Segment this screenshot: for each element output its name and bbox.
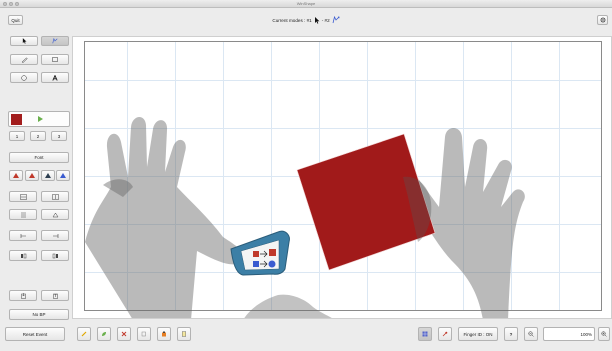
zoom-in-icon: [601, 331, 607, 337]
bottom-shadow: [244, 294, 332, 318]
layer-tool-2-button[interactable]: [41, 230, 69, 241]
circle-icon: [21, 74, 27, 81]
send-back-icon: [52, 253, 58, 258]
arrow-left-button[interactable]: [9, 170, 23, 181]
settings-button[interactable]: [597, 15, 608, 25]
width-3-button[interactable]: 3: [51, 131, 67, 141]
import-icon: [20, 292, 26, 299]
pin-icon: [442, 331, 448, 337]
multi-select-tool-button[interactable]: [41, 36, 69, 46]
layer-icon: [20, 233, 26, 238]
arrow-cursor-icon: [314, 16, 320, 24]
reset-event-button[interactable]: Reset Event: [5, 327, 65, 341]
finger-id-toggle[interactable]: Finger ID : ON: [458, 327, 498, 341]
layer-tool-1-button[interactable]: [9, 230, 37, 241]
leaf-icon: [102, 332, 106, 336]
shape-palette-widget: [230, 230, 290, 276]
modes-label: Current modes : #1: [272, 17, 312, 23]
layer-icon: [52, 233, 58, 238]
order-tool-1-button[interactable]: [9, 250, 37, 261]
modes-separator: - #2: [321, 17, 330, 23]
triangle-blue-icon: [60, 173, 66, 178]
select-tool-button[interactable]: [10, 36, 38, 46]
triangle-red-icon: [29, 173, 35, 178]
grid-toggle-button[interactable]: [418, 327, 432, 341]
triangle-red-icon: [13, 173, 19, 178]
delete-red-icon: [121, 331, 127, 337]
zoom-level-field[interactable]: 100%: [543, 327, 595, 341]
rectangle-tool-button[interactable]: [41, 54, 69, 65]
arrow-mixed-button[interactable]: [41, 170, 55, 181]
ellipse-tool-button[interactable]: [10, 72, 38, 83]
current-modes: Current modes : #1 - #2: [0, 16, 612, 24]
export-icon: [52, 293, 58, 299]
bottom-tool-2-button[interactable]: [97, 327, 111, 341]
zoom-out-button[interactable]: [524, 327, 538, 341]
bottom-tool-3-button[interactable]: [117, 327, 131, 341]
arrow-blue-button[interactable]: [56, 170, 70, 181]
zoom-out-icon: [528, 331, 534, 337]
distribute-icon: [20, 212, 26, 217]
width-2-label: 2: [36, 133, 40, 139]
question-icon: ?: [509, 331, 513, 337]
fill-icon[interactable]: [37, 115, 45, 123]
grid-icon: [422, 331, 428, 337]
bottom-tool-1-button[interactable]: [77, 327, 91, 341]
no-bp-button[interactable]: No BP: [9, 309, 69, 320]
rectangle-icon: [52, 57, 58, 62]
text-tool-button[interactable]: [41, 72, 69, 83]
bottom-tool-5-button[interactable]: [157, 327, 171, 341]
align-icon: [19, 193, 27, 200]
width-1-label: 1: [15, 133, 19, 139]
color-selector[interactable]: [8, 111, 70, 127]
width-1-button[interactable]: 1: [9, 131, 25, 141]
triangle-dark-icon: [45, 172, 51, 178]
drawing-canvas[interactable]: [72, 36, 612, 319]
window-title: WinShape: [296, 1, 316, 6]
align-tool-2-button[interactable]: [41, 191, 69, 202]
align-tool-1-button[interactable]: [9, 191, 37, 202]
canvas-shapes: [85, 117, 525, 318]
zoom-in-button[interactable]: [598, 327, 610, 341]
bottom-tool-4-button[interactable]: [137, 327, 151, 341]
arrow-up-button[interactable]: [25, 170, 39, 181]
width-3-label: 3: [57, 133, 61, 139]
order-tool-2-button[interactable]: [41, 250, 69, 261]
paste-icon: [162, 331, 166, 337]
multi-select-icon: [52, 38, 58, 44]
window-titlebar: WinShape: [0, 0, 612, 8]
bring-front-icon: [20, 253, 26, 258]
gear-icon: [600, 17, 605, 23]
zoom-value: 100%: [580, 331, 592, 337]
copy-icon: [141, 331, 146, 337]
font-button[interactable]: Font: [9, 152, 69, 163]
bottom-tool-6-button[interactable]: [177, 327, 191, 341]
pencil-icon: [21, 56, 28, 63]
align-icon: [51, 193, 59, 200]
export-button[interactable]: [41, 290, 69, 301]
help-button[interactable]: ?: [504, 327, 518, 341]
import-button[interactable]: [9, 290, 37, 301]
distribute-icon: [52, 212, 58, 217]
document-icon: [182, 331, 186, 337]
distribute-tool-1-button[interactable]: [9, 209, 37, 220]
distribute-tool-2-button[interactable]: [41, 209, 69, 220]
draw-tool-button[interactable]: [10, 54, 38, 65]
pin-button[interactable]: [438, 327, 452, 341]
current-color-swatch[interactable]: [11, 114, 22, 125]
text-a-icon: [52, 74, 58, 81]
width-2-button[interactable]: 2: [30, 131, 46, 141]
left-hand-shadow: [85, 117, 243, 318]
arrow-cursor-icon: [22, 38, 26, 44]
multi-select-icon: [332, 16, 340, 24]
pen-yellow-icon: [81, 331, 87, 337]
